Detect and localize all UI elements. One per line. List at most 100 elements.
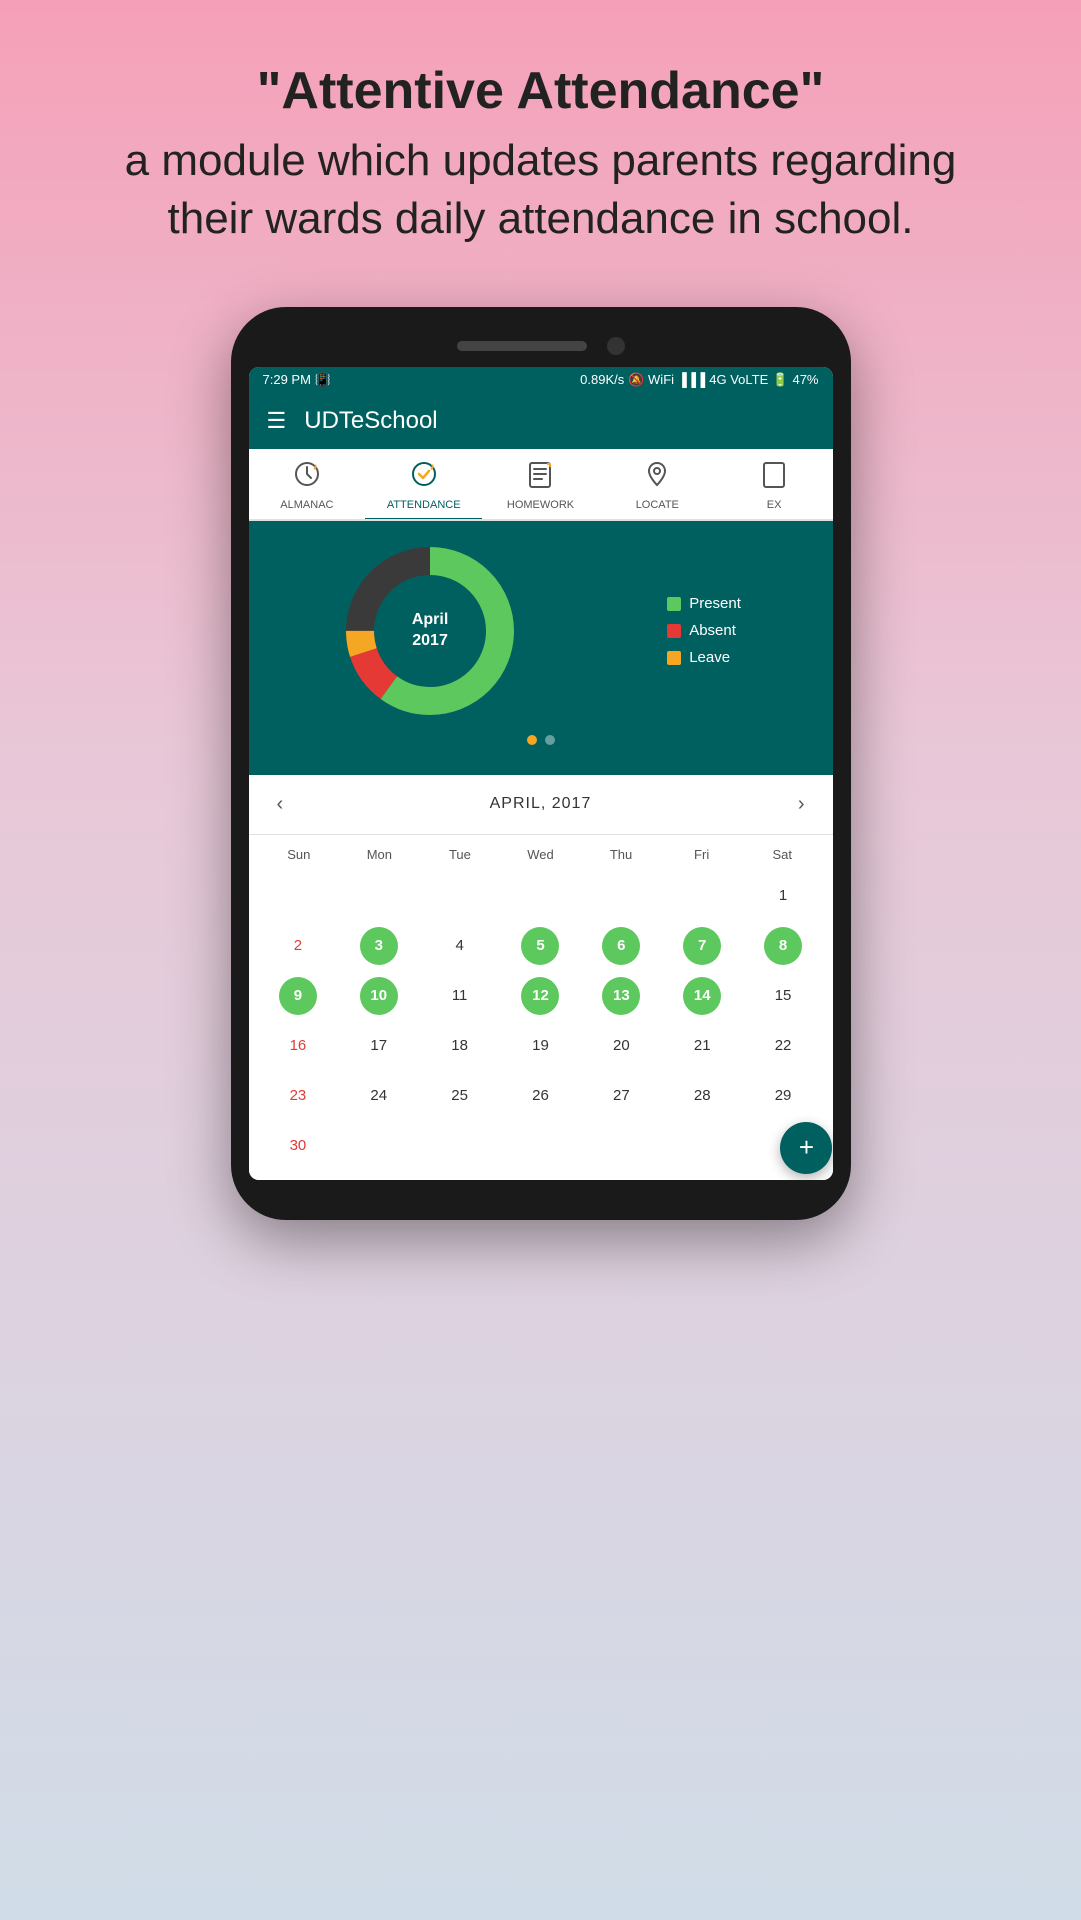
- attendance-chart-section: April 2017 Present Absent Lea: [249, 521, 833, 775]
- calendar-title: APRIL, 2017: [490, 795, 592, 813]
- day-fri: Fri: [661, 841, 742, 868]
- table-row: [582, 872, 661, 920]
- table-row[interactable]: 21: [663, 1022, 742, 1070]
- day-mon: Mon: [339, 841, 420, 868]
- attendance-icon: [409, 459, 439, 496]
- tab-almanac[interactable]: ALMANAC: [249, 449, 366, 519]
- ex-icon: [759, 459, 789, 496]
- table-row[interactable]: 30: [259, 1122, 338, 1170]
- table-row[interactable]: 29: [744, 1072, 823, 1120]
- absent-dot: [667, 624, 681, 638]
- tab-locate[interactable]: LOCATE: [599, 449, 716, 519]
- tab-ex-label: EX: [767, 499, 782, 511]
- table-row: [339, 1122, 418, 1170]
- table-row[interactable]: 24: [339, 1072, 418, 1120]
- table-row[interactable]: 9: [259, 972, 338, 1020]
- table-row[interactable]: 25: [420, 1072, 499, 1120]
- tab-attendance[interactable]: ATTENDANCE: [365, 449, 482, 519]
- leave-label: Leave: [689, 649, 730, 666]
- status-time: 7:29 PM 📳: [263, 372, 332, 388]
- phone-notch: [249, 337, 833, 355]
- prev-month-button[interactable]: ‹: [267, 789, 294, 820]
- table-row[interactable]: 12: [501, 972, 580, 1020]
- table-row[interactable]: 27: [582, 1072, 661, 1120]
- phone-speaker: [457, 341, 587, 351]
- tabs-bar: ALMANAC ATTENDANCE: [249, 449, 833, 521]
- subheadline: a module which updates parents regarding…: [80, 132, 1001, 246]
- table-row: [420, 872, 499, 920]
- app-title: UDTeSchool: [304, 407, 437, 435]
- day-sat: Sat: [742, 841, 823, 868]
- absent-label: Absent: [689, 622, 736, 639]
- tab-locate-label: LOCATE: [636, 499, 679, 511]
- hamburger-menu[interactable]: ☰: [267, 408, 287, 434]
- table-row[interactable]: 26: [501, 1072, 580, 1120]
- calendar-grid: Sun Mon Tue Wed Thu Fri Sat: [249, 835, 833, 1180]
- table-row[interactable]: 15: [744, 972, 823, 1020]
- table-row[interactable]: 2: [259, 922, 338, 970]
- table-row[interactable]: 10: [339, 972, 418, 1020]
- table-row: [501, 1122, 580, 1170]
- fab-add-button[interactable]: +: [780, 1122, 832, 1174]
- calendar-section: ‹ APRIL, 2017 › Sun Mon Tue Wed Thu Fri …: [249, 775, 833, 1180]
- table-row: [501, 872, 580, 920]
- headline: "Attentive Attendance": [80, 60, 1001, 122]
- carousel-dot-1[interactable]: [527, 735, 537, 745]
- donut-chart: April 2017: [340, 541, 520, 721]
- table-row: [663, 1122, 742, 1170]
- table-row[interactable]: 11: [420, 972, 499, 1020]
- table-row[interactable]: 7: [663, 922, 742, 970]
- chart-legend: Present Absent Leave: [667, 595, 741, 666]
- table-row[interactable]: 28: [663, 1072, 742, 1120]
- table-row[interactable]: 14: [663, 972, 742, 1020]
- phone-camera: [607, 337, 625, 355]
- tab-homework-label: HOMEWORK: [507, 499, 574, 511]
- leave-dot: [667, 651, 681, 665]
- tab-homework[interactable]: HOMEWORK: [482, 449, 599, 519]
- table-row[interactable]: 16: [259, 1022, 338, 1070]
- table-row: [582, 1122, 661, 1170]
- almanac-icon: [292, 459, 322, 496]
- table-row[interactable]: 19: [501, 1022, 580, 1070]
- table-row[interactable]: 1: [744, 872, 823, 920]
- table-row: [259, 872, 338, 920]
- phone-frame: 7:29 PM 📳 0.89K/s 🔕 WiFi ▐▐▐ 4G VoLTE 🔋 …: [231, 307, 851, 1220]
- table-row: [420, 1122, 499, 1170]
- table-row[interactable]: 8: [744, 922, 823, 970]
- present-label: Present: [689, 595, 741, 612]
- phone-screen: 7:29 PM 📳 0.89K/s 🔕 WiFi ▐▐▐ 4G VoLTE 🔋 …: [249, 367, 833, 1180]
- table-row[interactable]: 18: [420, 1022, 499, 1070]
- tab-ex[interactable]: EX: [716, 449, 833, 519]
- tab-almanac-label: ALMANAC: [280, 499, 333, 511]
- day-tue: Tue: [420, 841, 501, 868]
- day-wed: Wed: [500, 841, 581, 868]
- next-month-button[interactable]: ›: [788, 789, 815, 820]
- table-row: [339, 872, 418, 920]
- tab-attendance-label: ATTENDANCE: [387, 499, 461, 511]
- donut-center-text: April 2017: [412, 610, 448, 652]
- table-row[interactable]: 3: [339, 922, 418, 970]
- table-row[interactable]: 6: [582, 922, 661, 970]
- table-row[interactable]: 5: [501, 922, 580, 970]
- table-row[interactable]: 22: [744, 1022, 823, 1070]
- legend-absent: Absent: [667, 622, 741, 639]
- table-row[interactable]: 17: [339, 1022, 418, 1070]
- carousel-dots: [527, 735, 555, 745]
- carousel-dot-2[interactable]: [545, 735, 555, 745]
- status-bar: 7:29 PM 📳 0.89K/s 🔕 WiFi ▐▐▐ 4G VoLTE 🔋 …: [249, 367, 833, 393]
- table-row[interactable]: 23: [259, 1072, 338, 1120]
- day-thu: Thu: [581, 841, 662, 868]
- day-sun: Sun: [259, 841, 340, 868]
- table-row[interactable]: 13: [582, 972, 661, 1020]
- table-row[interactable]: 20: [582, 1022, 661, 1070]
- legend-leave: Leave: [667, 649, 741, 666]
- status-icons: 0.89K/s 🔕 WiFi ▐▐▐ 4G VoLTE 🔋 47%: [580, 372, 818, 388]
- legend-present: Present: [667, 595, 741, 612]
- locate-icon: [642, 459, 672, 496]
- present-dot: [667, 597, 681, 611]
- table-row[interactable]: 4: [420, 922, 499, 970]
- calendar-days-header: Sun Mon Tue Wed Thu Fri Sat: [259, 841, 823, 868]
- table-row: [663, 872, 742, 920]
- calendar-nav: ‹ APRIL, 2017 ›: [249, 775, 833, 835]
- table-row: +: [744, 1122, 823, 1170]
